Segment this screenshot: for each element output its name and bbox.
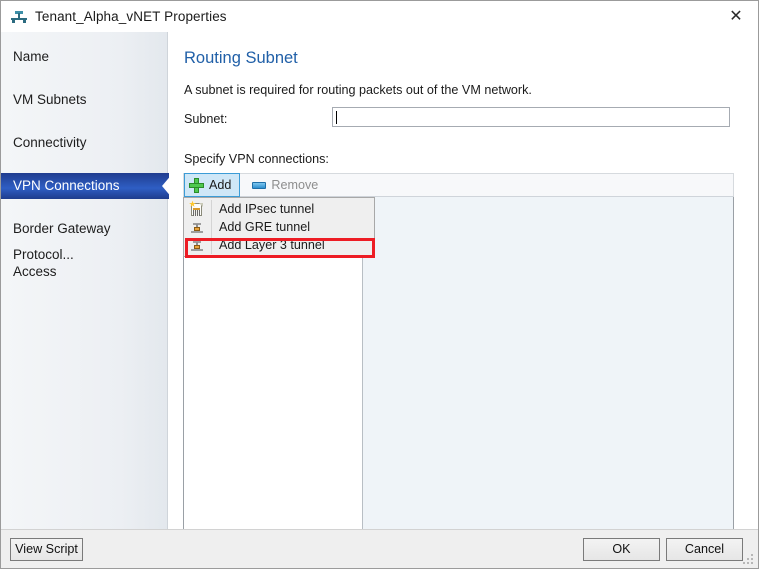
blue-minus-icon	[252, 181, 267, 189]
sidebar: Name VM Subnets Connectivity VPN Connect…	[1, 32, 173, 529]
remove-button-label: Remove	[271, 178, 319, 192]
add-button[interactable]: Add	[184, 173, 241, 197]
menu-item-label: Add Layer 3 tunnel	[219, 238, 325, 252]
add-button-label: Add	[209, 178, 232, 192]
network-vnet-icon	[11, 9, 27, 25]
sidebar-item-name[interactable]: Name	[1, 44, 167, 70]
vpn-toolbar: Add Remove	[183, 173, 734, 197]
dialog-footer: View Script OK Cancel	[1, 529, 758, 568]
properties-dialog: Tenant_Alpha_vNET Properties ✕ Name VM S…	[0, 0, 759, 569]
tunnel-node-icon	[184, 218, 210, 236]
ok-button[interactable]: OK	[583, 538, 660, 561]
subnet-label: Subnet:	[184, 112, 228, 126]
menu-item-label: Add IPsec tunnel	[219, 202, 315, 216]
sidebar-item-label: Border Gateway Protocol...	[13, 221, 111, 262]
sidebar-item-label: Access	[13, 264, 57, 279]
menu-item-add-layer-3-tunnel[interactable]: Add Layer 3 tunnel	[184, 236, 374, 254]
green-plus-icon	[189, 177, 204, 193]
sidebar-item-label: VM Subnets	[13, 92, 87, 107]
sidebar-item-access[interactable]: Access	[1, 259, 167, 285]
new-document-star-icon	[184, 200, 210, 218]
menu-icon-divider	[211, 200, 212, 218]
sidebar-item-vpn-connections[interactable]: VPN Connections	[1, 173, 173, 199]
close-icon[interactable]: ✕	[714, 1, 758, 31]
menu-icon-divider	[211, 218, 212, 236]
tunnel-node-icon	[184, 236, 210, 254]
sidebar-item-label: Name	[13, 49, 50, 64]
subnet-input[interactable]	[332, 107, 730, 127]
menu-item-add-ipsec-tunnel[interactable]: Add IPsec tunnel	[184, 200, 374, 218]
page-description: A subnet is required for routing packets…	[184, 83, 532, 97]
page-title: Routing Subnet	[184, 49, 298, 67]
sidebar-item-label: Connectivity	[13, 135, 87, 150]
remove-button[interactable]: Remove	[246, 174, 326, 196]
dialog-body: Name VM Subnets Connectivity VPN Connect…	[1, 32, 758, 530]
add-dropdown-menu: Add IPsec tunnel Add GRE tunnel Add Laye…	[183, 197, 375, 258]
sidebar-item-connectivity[interactable]: Connectivity	[1, 130, 167, 156]
menu-item-label: Add GRE tunnel	[219, 220, 311, 234]
specify-vpn-connections-label: Specify VPN connections:	[184, 152, 329, 166]
resize-grip[interactable]	[743, 554, 755, 566]
text-caret	[336, 111, 337, 124]
content-pane: Routing Subnet A subnet is required for …	[169, 32, 758, 530]
title-bar: Tenant_Alpha_vNET Properties ✕	[1, 1, 758, 32]
sidebar-item-vm-subnets[interactable]: VM Subnets	[1, 87, 167, 113]
sidebar-item-label: VPN Connections	[13, 178, 120, 193]
menu-item-add-gre-tunnel[interactable]: Add GRE tunnel	[184, 218, 374, 236]
window-title: Tenant_Alpha_vNET Properties	[35, 9, 227, 24]
menu-icon-divider	[211, 236, 212, 254]
view-script-button[interactable]: View Script	[10, 538, 83, 561]
cancel-button[interactable]: Cancel	[666, 538, 743, 561]
sidebar-item-border-gateway-protocol[interactable]: Border Gateway Protocol...	[1, 216, 167, 262]
